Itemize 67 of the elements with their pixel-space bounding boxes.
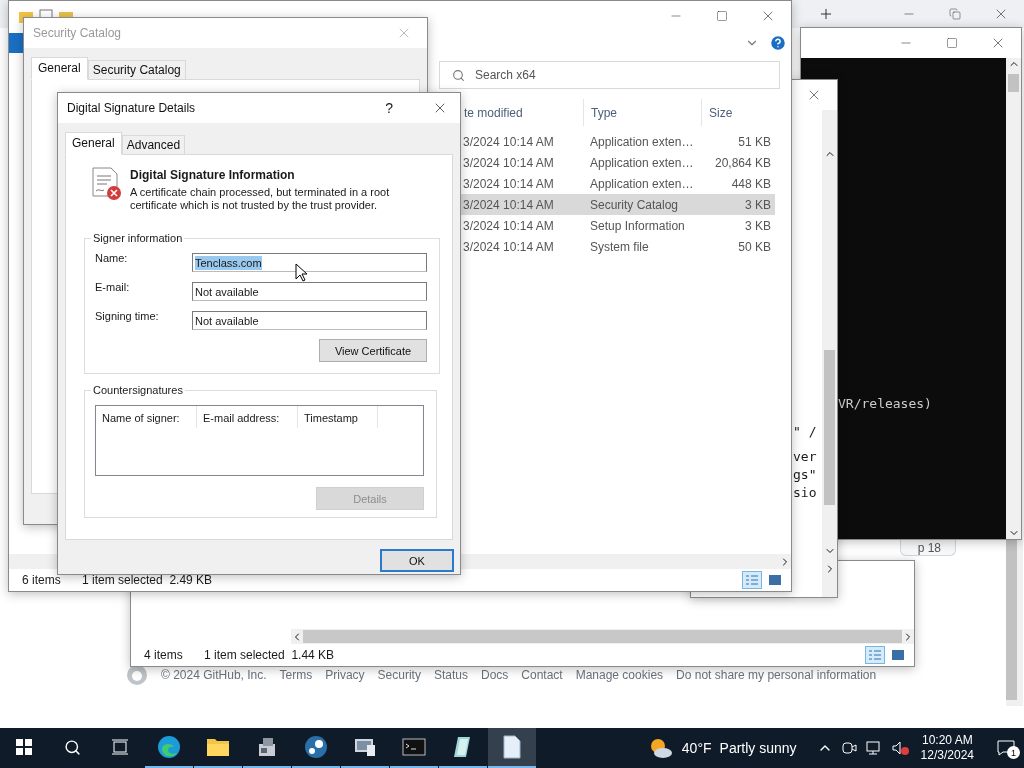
- tab[interactable]: Advanced: [121, 135, 186, 155]
- ok-button[interactable]: OK: [380, 549, 454, 572]
- notifications-button[interactable]: 1: [988, 740, 1024, 756]
- footer-link[interactable]: Terms: [279, 668, 313, 682]
- date-cell-text: 3/2024 10:14 AM: [462, 197, 555, 212]
- help-button[interactable]: ?: [385, 100, 393, 116]
- item-count: 4 items: [144, 648, 184, 662]
- column-header[interactable]: Timestamp: [298, 406, 378, 428]
- size-cell-text: 51 KB: [737, 134, 772, 149]
- item-count: 6 items: [22, 573, 62, 587]
- date-cell-text: 3/2024 10:14 AM: [462, 155, 555, 170]
- text-field[interactable]: Tenclass.com: [192, 253, 427, 272]
- date-cell-text: 3/2024 10:14 AM: [462, 239, 555, 254]
- search-field[interactable]: Search x64: [439, 61, 780, 89]
- footer-link[interactable]: Contact: [521, 668, 563, 682]
- type-cell-text: Application exten…: [589, 155, 695, 170]
- page-button[interactable]: p 18: [900, 540, 956, 556]
- size-cell-text: 3 KB: [744, 218, 772, 233]
- type-cell-text: Setup Information: [589, 218, 686, 233]
- footer-link[interactable]: Privacy: [325, 668, 365, 682]
- type-cell-text: Security Catalog: [589, 197, 680, 212]
- view-certificate-button[interactable]: View Certificate: [319, 339, 427, 362]
- section-heading: Digital Signature Information: [130, 168, 296, 182]
- field-label: Signing time:: [95, 310, 160, 322]
- console-text: VR/releases): [838, 396, 933, 411]
- tab[interactable]: General: [31, 57, 88, 80]
- column-header[interactable]: Type: [583, 99, 701, 126]
- footer-link[interactable]: Docs: [480, 668, 509, 682]
- size-cell-text: 3 KB: [744, 197, 772, 212]
- group-title: Signer information: [92, 232, 184, 244]
- column-header[interactable]: E-mail address:: [197, 406, 298, 428]
- type-cell-text: System file: [589, 239, 650, 254]
- footer-link[interactable]: Manage cookies: [575, 668, 664, 682]
- footer-link[interactable]: Do not share my personal information: [676, 668, 877, 682]
- copyright-text: © 2024 GitHub, Inc.: [161, 668, 267, 682]
- dialog-title: Digital Signature Details: [66, 101, 196, 115]
- footer-link[interactable]: Status: [433, 668, 468, 682]
- group-title: Countersignatures: [92, 384, 184, 396]
- type-cell-text: Application exten…: [589, 176, 695, 191]
- notification-count: 1: [1007, 746, 1020, 759]
- clock[interactable]: 10:20 AM 12/3/2024: [920, 733, 974, 763]
- size-cell-text: 50 KB: [737, 239, 772, 254]
- column-header[interactable]: Size: [701, 99, 775, 126]
- status-message: A certificate chain processed, but terminated in a root certificate which is not trusted by the trust provider.: [130, 186, 391, 212]
- field-label: Name:: [95, 252, 129, 264]
- weather-condition: Partly sunny: [719, 740, 797, 756]
- code-line: ver: [793, 448, 818, 466]
- size-cell-text: 20,864 KB: [713, 155, 772, 170]
- text-field[interactable]: Not available: [192, 311, 427, 330]
- tab[interactable]: General: [65, 132, 122, 155]
- tab[interactable]: Security Catalog: [87, 60, 186, 80]
- type-cell-text: Application exten…: [589, 134, 695, 149]
- size-cell-text: 448 KB: [730, 176, 772, 191]
- selection-info: 1 item selected 1.44 KB: [204, 648, 335, 662]
- date-cell-text: 3/2024 10:14 AM: [462, 134, 555, 149]
- date-cell-text: 3/2024 10:14 AM: [462, 176, 555, 191]
- code-line: " /: [793, 423, 818, 441]
- dialog-title: Security Catalog: [32, 26, 122, 40]
- code-line: sio: [793, 484, 818, 502]
- selection-info: 1 item selected 2.49 KB: [82, 573, 213, 587]
- footer-link[interactable]: Security: [377, 668, 421, 682]
- code-line: gs": [793, 466, 818, 484]
- field-label: E-mail:: [95, 281, 131, 293]
- date-cell-text: 3/2024 10:14 AM: [462, 218, 555, 233]
- temperature: 40°F: [681, 740, 712, 756]
- text-field[interactable]: Not available: [192, 282, 427, 301]
- column-header[interactable]: Name of signer:: [96, 406, 197, 428]
